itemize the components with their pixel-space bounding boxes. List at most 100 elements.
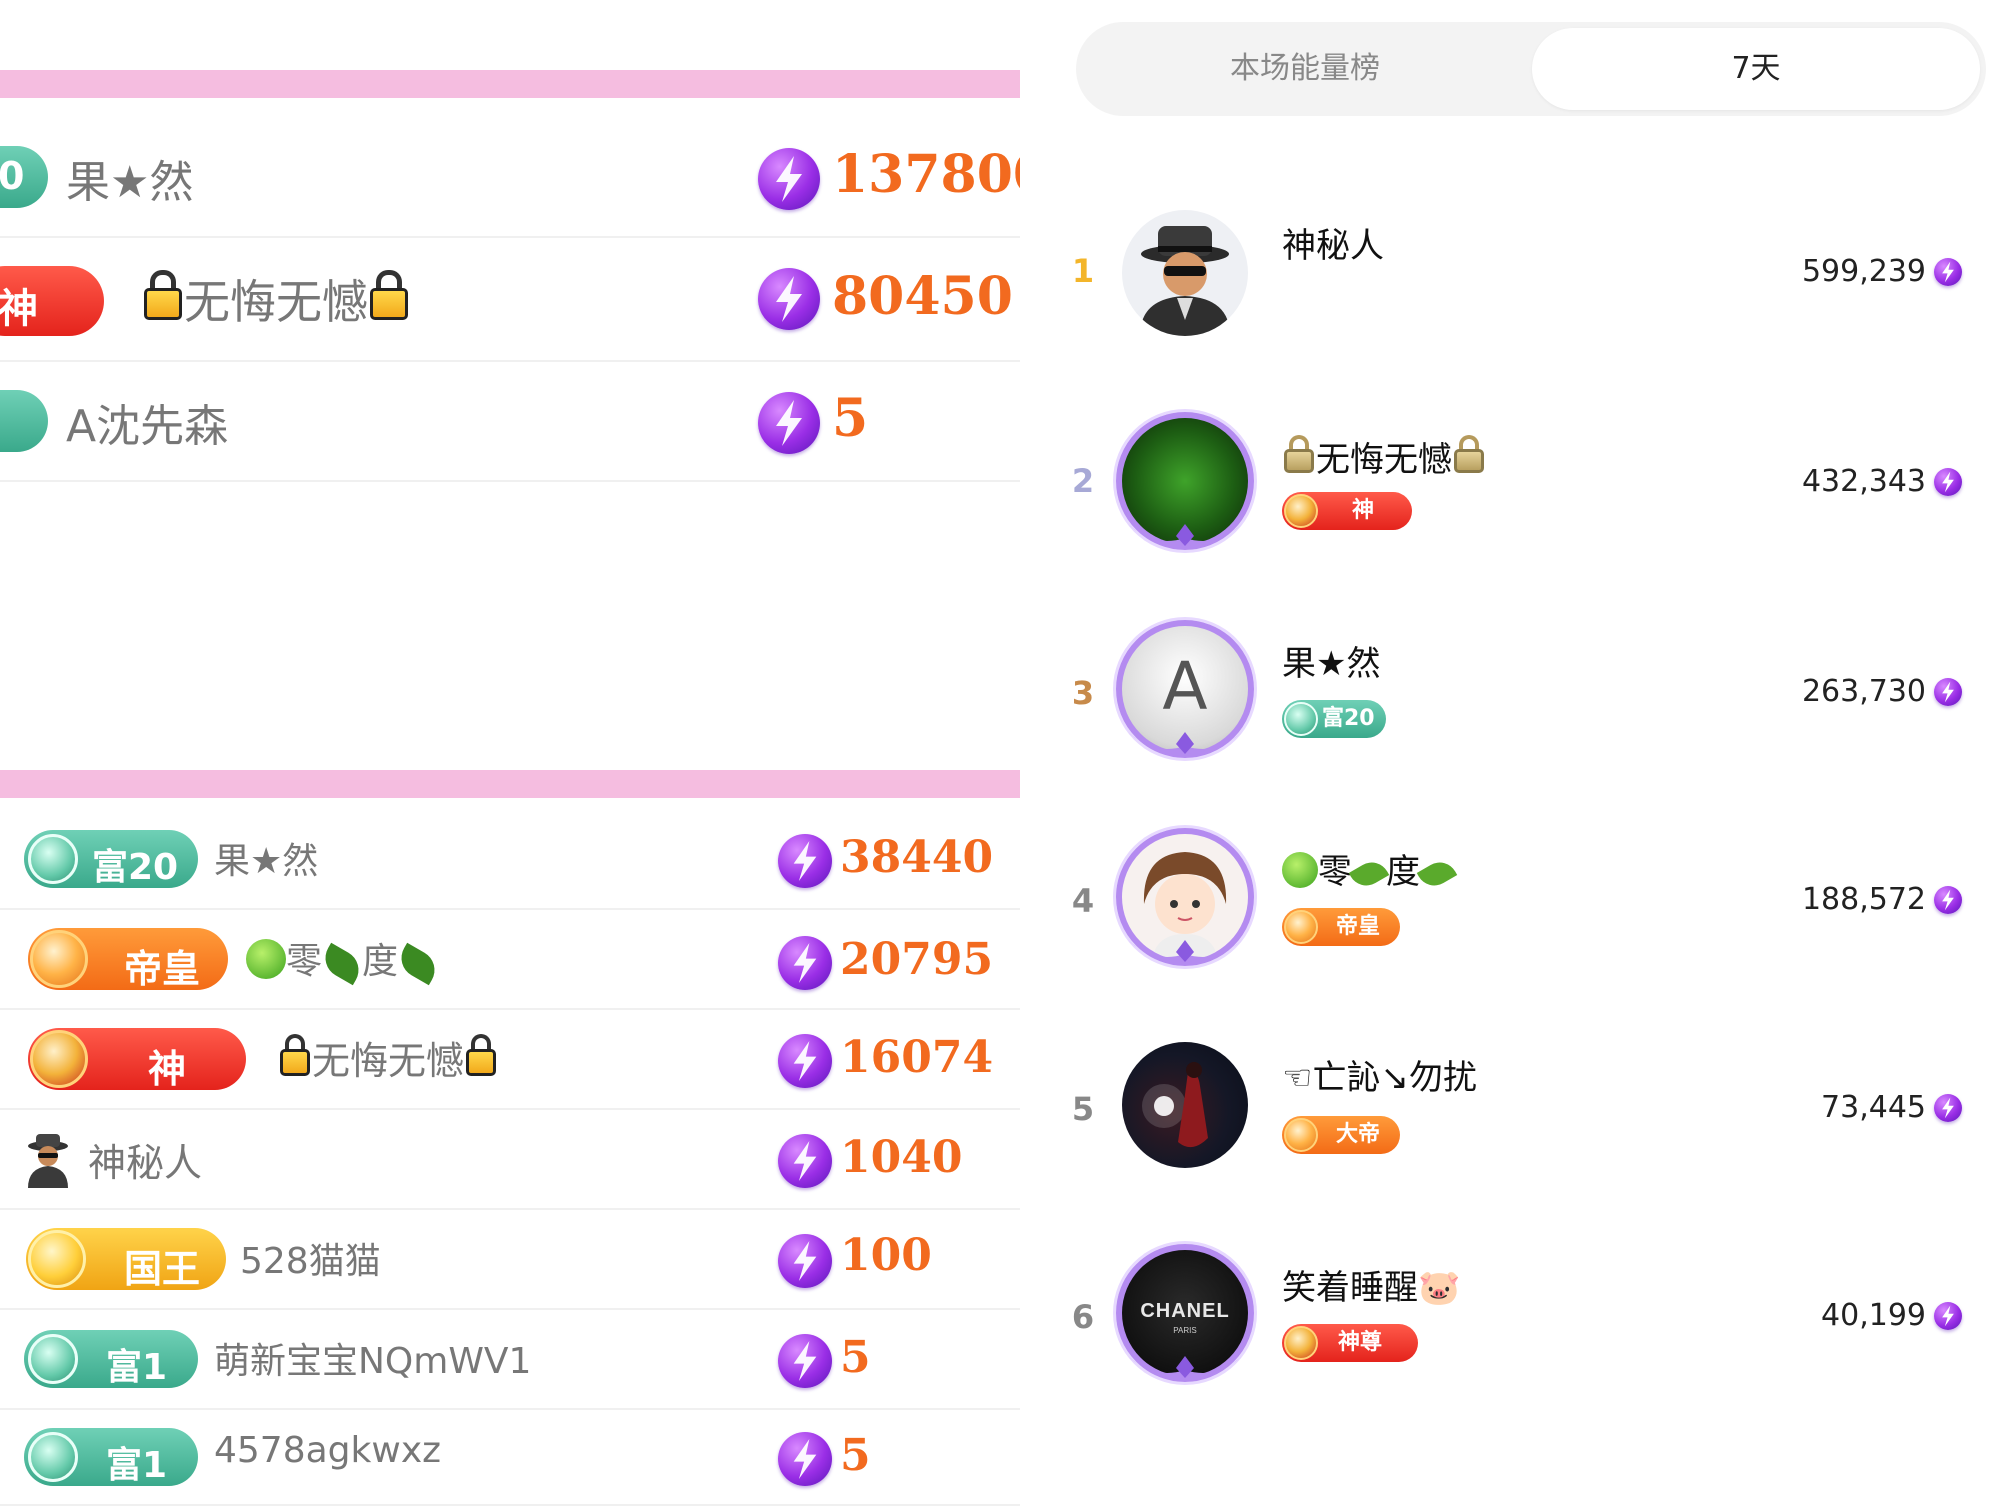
shield-icon <box>30 1030 88 1088</box>
ranking-row[interactable]: 4 零度 帝皇 188,572 <box>1020 796 2008 996</box>
user-name: 果★然 <box>1282 644 1381 684</box>
badge-label: 富1 <box>106 1445 168 1486</box>
ranking-row[interactable]: 1 神秘人 599,239 <box>1020 172 2008 372</box>
apple-icon <box>246 939 286 979</box>
tab-session-energy[interactable]: 本场能量榜 <box>1082 28 1528 110</box>
user-name: 无悔无憾 <box>278 1030 498 1085</box>
avatar <box>1122 210 1248 336</box>
energy-score: 40,199 <box>1821 1298 1926 1333</box>
user-name: 4578agkwxz <box>214 1430 442 1471</box>
bottom-list-row[interactable]: 富1 萌新宝宝NQmWV1 5 <box>0 1312 1020 1410</box>
bottom-section-divider <box>0 770 1020 798</box>
user-name-text: 度 <box>1386 852 1420 892</box>
energy-icon <box>778 1234 832 1288</box>
wealth-badge: 富1 <box>24 1330 198 1388</box>
lock-icon <box>464 1034 498 1078</box>
ranking-tabs: 本场能量榜 7天 <box>1076 22 1986 116</box>
energy-score: 137800 <box>832 144 1020 205</box>
rank-number: 6 <box>1071 1298 1095 1336</box>
emperor-badge: 帝皇 <box>1282 908 1400 946</box>
badge-label: 富1 <box>106 1347 168 1388</box>
mystery-person-icon <box>22 1132 74 1188</box>
level-badge: 0 <box>0 146 48 208</box>
diamond-icon <box>28 1230 86 1288</box>
level-badge: 神 <box>0 266 104 336</box>
apple-icon <box>1282 852 1318 888</box>
user-name: 零度 <box>246 932 442 986</box>
user-name: 笑着睡醒🐷 <box>1282 1268 1461 1308</box>
energy-icon <box>778 1034 832 1088</box>
triangle-icon <box>28 1432 78 1482</box>
energy-icon <box>1934 1302 1962 1330</box>
user-name: 无悔无憾 <box>1282 432 1486 481</box>
leaf-icon <box>394 942 442 986</box>
brand-subtext: PARIS <box>1173 1326 1197 1335</box>
ranking-row[interactable]: 5 ☜亡訫↘勿扰 大帝 73,445 <box>1020 1004 2008 1204</box>
energy-score: 432,343 <box>1801 464 1926 499</box>
energy-icon <box>1934 258 1962 286</box>
lock-icon <box>1282 435 1316 475</box>
energy-score: 188,572 <box>1801 882 1926 917</box>
bottom-list-row[interactable]: 国王 528猫猫 100 <box>0 1212 1020 1310</box>
badge-label: 神 <box>148 1047 187 1091</box>
energy-icon <box>778 1134 832 1188</box>
rank-number: 5 <box>1071 1090 1095 1128</box>
user-name: 神秘人 <box>88 1141 203 1185</box>
wealth-badge: 富1 <box>24 1428 198 1486</box>
energy-score: 1040 <box>840 1132 963 1183</box>
bottom-list-row[interactable]: 富20 果★然 38440 <box>0 812 1020 910</box>
god-honor-badge: 神尊 <box>1282 1324 1418 1362</box>
bottom-list-row[interactable]: 富1 4578agkwxz 5 <box>0 1412 1020 1506</box>
diamond-icon <box>1284 910 1318 944</box>
energy-score: 100 <box>840 1230 932 1281</box>
energy-score: 73,445 <box>1821 1090 1926 1125</box>
wealth-badge: 富20 <box>24 830 198 888</box>
live-gift-list-panel: 0 果★然 137800 神 无悔无憾 80450 A沈先森 5 <box>0 0 1020 1506</box>
top-list-row[interactable]: 神 无悔无憾 80450 <box>0 240 1020 362</box>
leaf-icon <box>318 942 366 986</box>
user-name: 神秘人 <box>1282 226 1384 266</box>
ranking-row[interactable]: 6 CHANEL PARIS 笑着睡醒🐷 神尊 40,199 <box>1020 1212 2008 1412</box>
badge-label: 大帝 <box>1336 1122 1381 1147</box>
leaf-icon <box>1416 855 1458 893</box>
lock-icon <box>368 270 410 322</box>
ranking-row[interactable]: 3 A 果★然 富20 263,730 <box>1020 588 2008 788</box>
dark-figure-icon <box>1142 1062 1208 1148</box>
triangle-icon <box>28 1334 78 1384</box>
top-section-divider <box>0 70 1020 98</box>
badge-label: 神尊 <box>1338 1330 1383 1355</box>
user-name-text: 零 <box>1318 852 1352 892</box>
level-badge <box>0 390 48 452</box>
user-name: 无悔无憾 <box>142 266 410 332</box>
king-badge: 国王 <box>26 1228 226 1291</box>
badge-label: 富20 <box>1322 706 1375 731</box>
energy-icon <box>1934 1094 1962 1122</box>
energy-icon <box>778 936 832 990</box>
wealth-badge: 富20 <box>1282 700 1386 738</box>
user-name: A沈先森 <box>66 401 229 452</box>
user-name: 果★然 <box>66 157 194 208</box>
rank-number: 3 <box>1071 674 1095 712</box>
badge-label: 0 <box>0 154 25 198</box>
ranking-row[interactable]: 2 无悔无憾 神 432,343 <box>1020 380 2008 580</box>
bottom-list-row[interactable]: 神秘人 1040 <box>0 1112 1020 1210</box>
bottom-list-row[interactable]: 神 无悔无憾 16074 <box>0 1012 1020 1110</box>
energy-score: 80450 <box>832 266 1013 327</box>
lock-icon <box>142 270 184 322</box>
energy-icon <box>1934 678 1962 706</box>
great-emperor-badge: 大帝 <box>1282 1116 1400 1154</box>
avatar <box>1122 1042 1248 1168</box>
top-list-row[interactable]: A沈先森 5 <box>0 364 1020 482</box>
energy-icon <box>778 1334 832 1388</box>
tab-7-days[interactable]: 7天 <box>1532 28 1980 110</box>
triangle-icon <box>28 834 78 884</box>
diamond-icon <box>30 930 88 988</box>
user-name-text: 零 <box>286 941 323 982</box>
lock-icon <box>1452 435 1486 475</box>
frame-crest-icon <box>1128 1356 1242 1378</box>
energy-icon <box>1934 886 1962 914</box>
energy-icon <box>1934 468 1962 496</box>
frame-crest-icon <box>1128 524 1242 546</box>
bottom-list-row[interactable]: 帝皇 零度 20795 <box>0 912 1020 1010</box>
top-list-row[interactable]: 0 果★然 137800 <box>0 116 1020 238</box>
